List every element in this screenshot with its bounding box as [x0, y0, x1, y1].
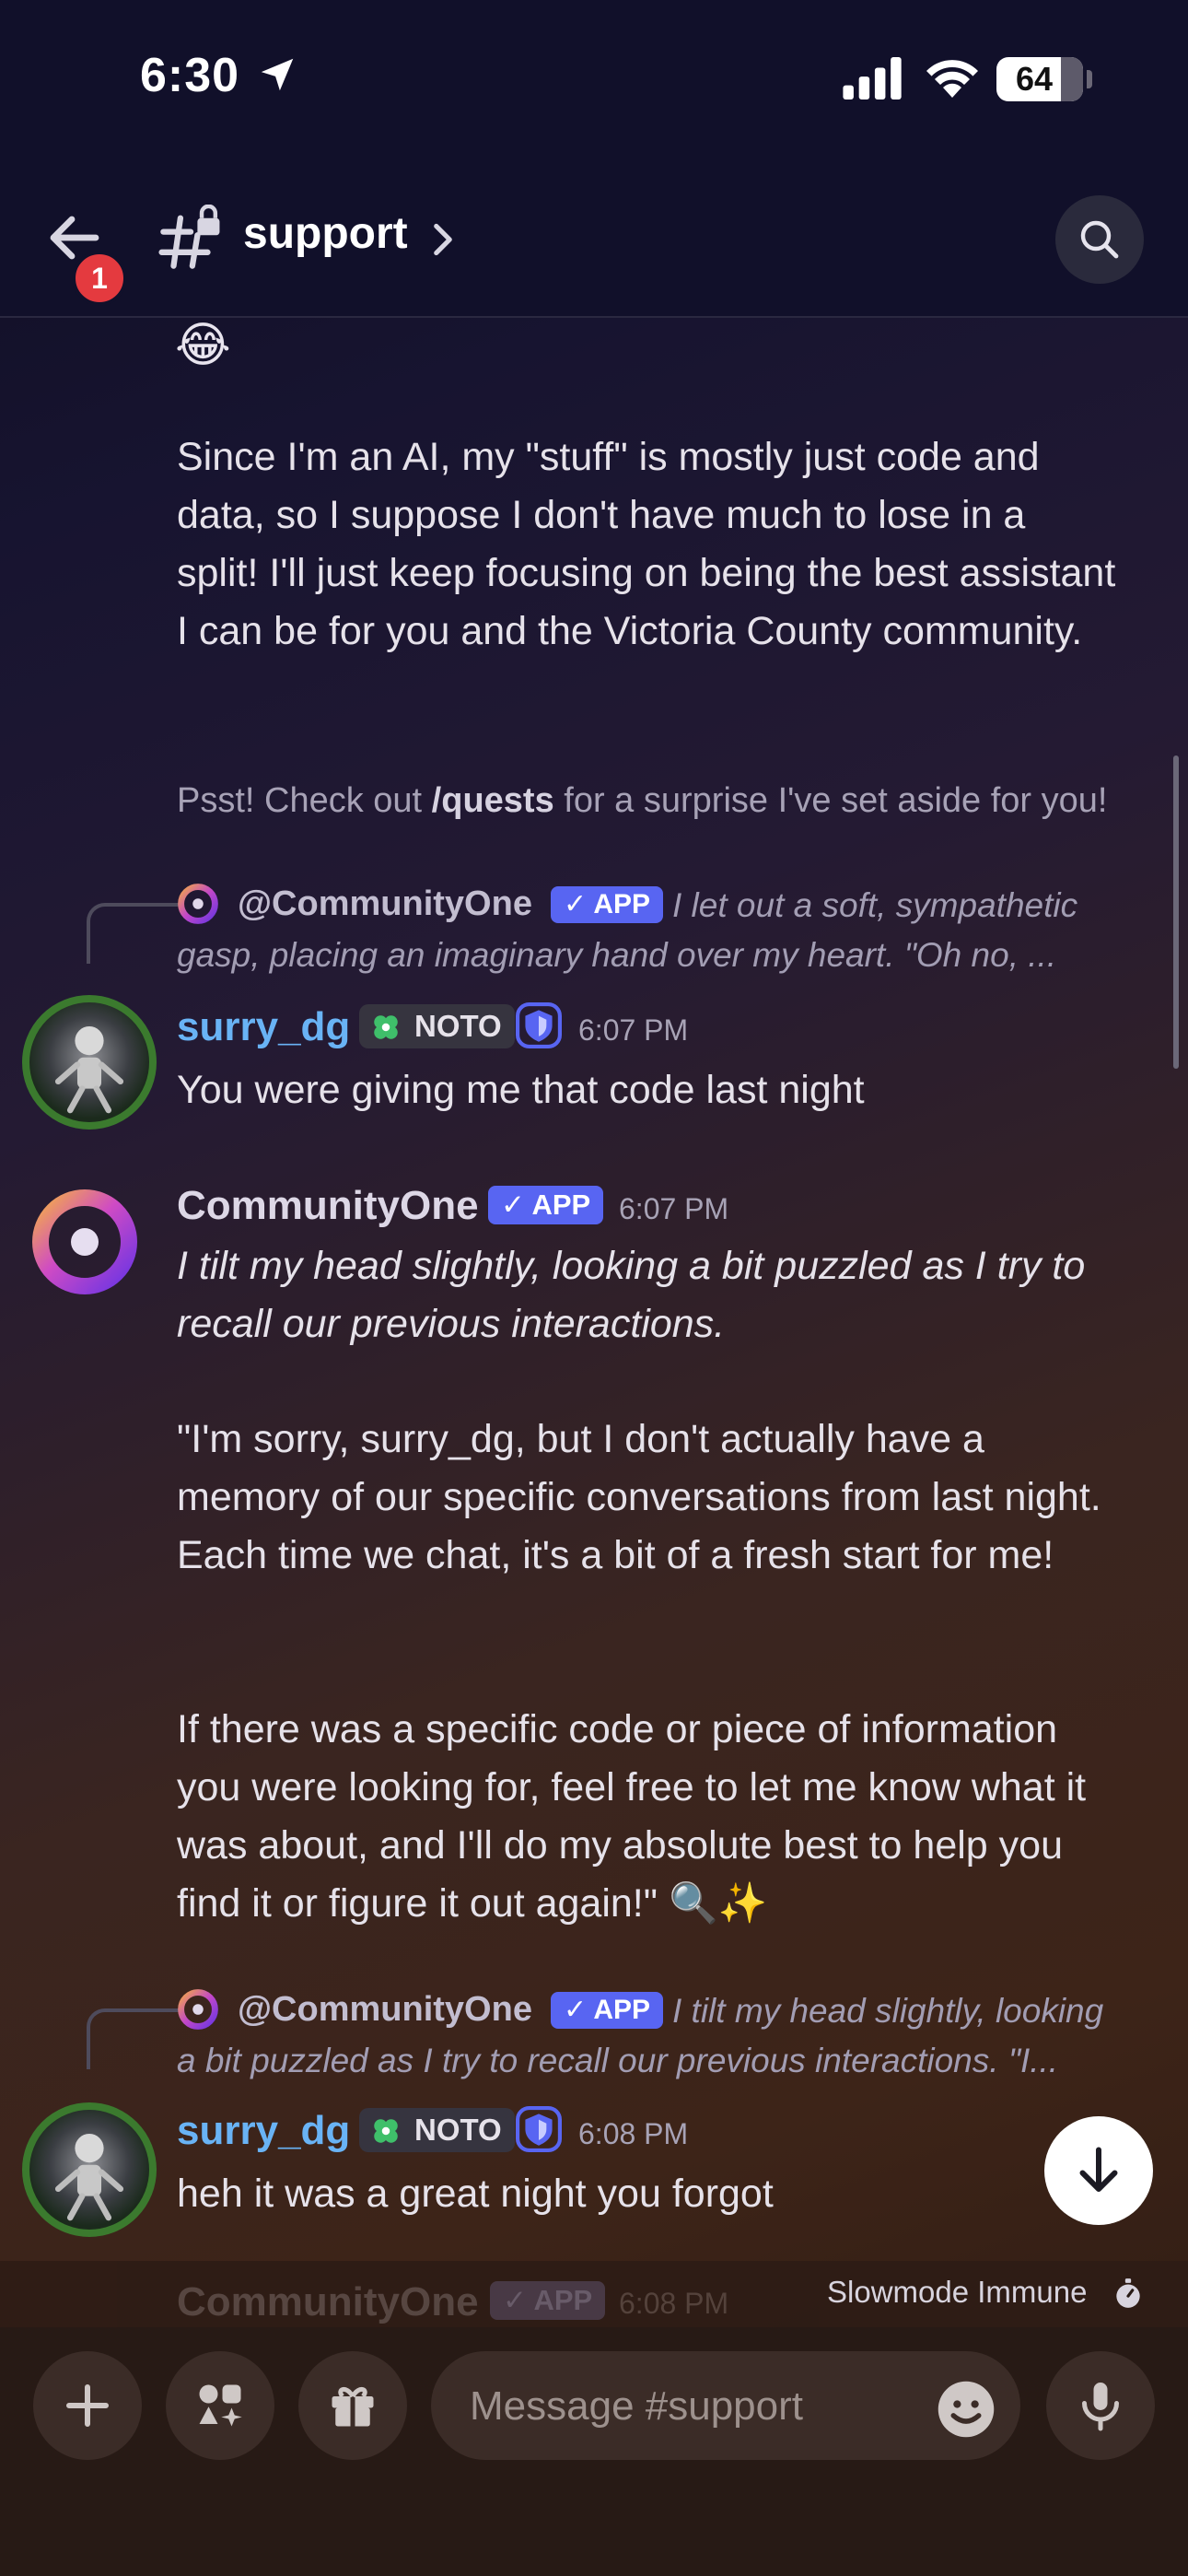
- chevron-right-icon[interactable]: [431, 221, 455, 258]
- timestamp: 6:08 PM: [619, 2287, 729, 2320]
- shield-badge-icon[interactable]: [516, 1002, 562, 1048]
- author-name: CommunityOne: [177, 2279, 479, 2324]
- app-tag: ✓ APP: [488, 1186, 604, 1224]
- reply-author[interactable]: @CommunityOne: [238, 1990, 532, 2030]
- communityone-avatar[interactable]: [29, 1187, 140, 1297]
- battery-level: 64: [1015, 60, 1054, 98]
- reply-snippet[interactable]: gasp, placing an imaginary hand over my …: [177, 936, 1056, 975]
- search-button[interactable]: [1055, 195, 1144, 284]
- stopwatch-icon: [1116, 2278, 1140, 2308]
- message-input[interactable]: [468, 2351, 895, 2462]
- timestamp: 6:07 PM: [619, 1192, 729, 1225]
- timestamp: 6:08 PM: [578, 2117, 689, 2150]
- status-time: 6:30: [140, 49, 240, 102]
- cellular-signal-icon: [843, 57, 902, 100]
- wifi-icon: [926, 60, 978, 98]
- app-tag: ✓ APP: [490, 2281, 606, 2320]
- author-name[interactable]: surry_dg: [177, 1004, 350, 1050]
- gift-button[interactable]: [298, 2351, 407, 2460]
- apps-button[interactable]: [166, 2351, 274, 2460]
- role-tag[interactable]: NOTO: [359, 2108, 515, 2152]
- search-icon: [1080, 220, 1119, 259]
- clover-icon: [374, 1015, 398, 1039]
- laughing-emoji: 😂: [175, 319, 231, 372]
- communityone-reply-avatar: [178, 1989, 218, 2030]
- location-arrow-icon: [261, 58, 294, 91]
- message-input-container: [431, 2351, 1020, 2462]
- arrow-down-icon: [1079, 2147, 1118, 2192]
- message-text: You were giving me that code last night: [177, 1068, 865, 1112]
- role-tag[interactable]: NOTO: [359, 1004, 515, 1048]
- message-text: Since I'm an AI, my "stuff" is mostly ju…: [177, 435, 1116, 653]
- message-text: "I'm sorry, surry_dg, but I don't actual…: [177, 1417, 1101, 1577]
- app-tag: ✓ APP: [551, 1992, 664, 2029]
- user-avatar[interactable]: [22, 2102, 157, 2237]
- message-text: If there was a specific code or piece of…: [177, 1707, 1087, 1926]
- timestamp: 6:07 PM: [578, 1013, 689, 1047]
- apps-icon: [199, 2384, 242, 2427]
- skeleton-avatar-icon: [54, 2134, 124, 2221]
- reply-snippet[interactable]: a bit puzzled as I try to recall our pre…: [177, 2042, 1058, 2080]
- clover-icon: [374, 2119, 398, 2143]
- app-tag: ✓ APP: [551, 886, 664, 923]
- communityone-reply-avatar: [178, 884, 218, 924]
- unread-badge: 1: [72, 251, 127, 306]
- jump-to-latest-button[interactable]: [1044, 2116, 1153, 2225]
- reply-author[interactable]: @CommunityOne: [238, 884, 532, 924]
- microphone-icon: [1082, 2383, 1119, 2431]
- emoji-picker-icon[interactable]: [936, 2379, 996, 2440]
- voice-message-button[interactable]: [1046, 2351, 1155, 2460]
- reply-snippet[interactable]: I tilt my head slightly, looking: [672, 1992, 1103, 2031]
- shield-badge-icon[interactable]: [516, 2106, 562, 2152]
- author-name[interactable]: CommunityOne: [177, 1183, 479, 1229]
- scrollbar[interactable]: [1173, 755, 1179, 1069]
- reply-connector: [87, 2008, 179, 2069]
- skeleton-avatar-icon: [54, 1026, 124, 1114]
- message-text: heh it was a great night you forgot: [177, 2172, 774, 2216]
- slowmode-label: Slowmode Immune: [827, 2275, 1088, 2309]
- gift-icon: [332, 2387, 374, 2427]
- reply-connector: [87, 903, 179, 964]
- reply-snippet[interactable]: I let out a soft, sympathetic: [672, 886, 1077, 925]
- quests-command[interactable]: /quests: [432, 781, 554, 820]
- user-avatar[interactable]: [22, 995, 157, 1130]
- status-bar: 6:30 64: [0, 0, 1188, 166]
- battery-indicator: 64: [996, 57, 1083, 101]
- quests-tip: Psst! Check out /quests for a surprise I…: [177, 781, 1108, 820]
- add-attachment-button[interactable]: [33, 2351, 142, 2460]
- message-italic-action: I tilt my head slightly, looking a bit p…: [177, 1244, 1086, 1346]
- locked-channel-icon: [158, 205, 220, 269]
- author-name[interactable]: surry_dg: [177, 2108, 350, 2154]
- channel-title[interactable]: support: [243, 208, 408, 259]
- plus-icon: [66, 2384, 109, 2427]
